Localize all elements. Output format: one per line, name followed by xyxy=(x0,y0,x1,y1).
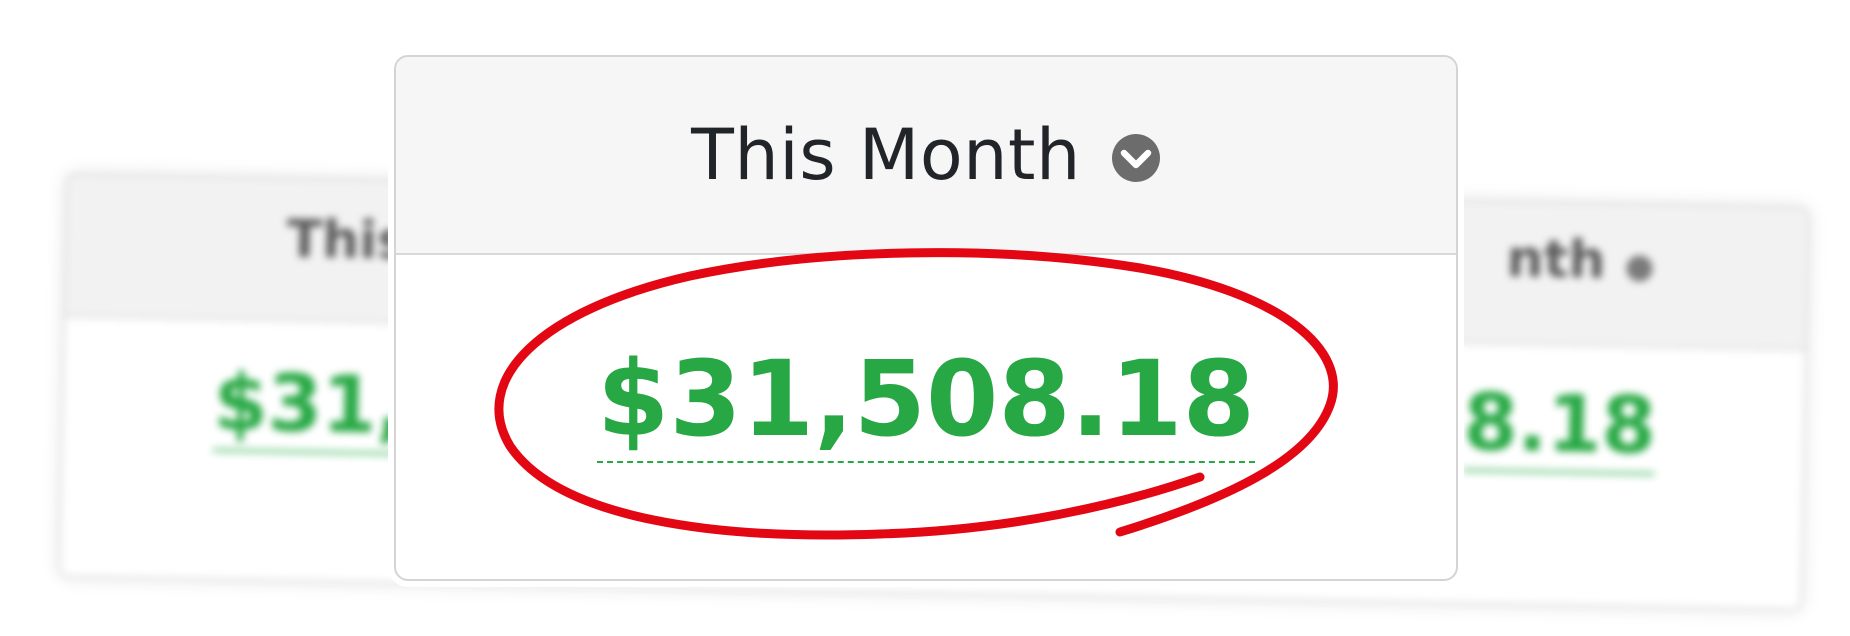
background-left-title: This xyxy=(286,209,409,272)
period-label: This Month xyxy=(691,114,1081,196)
amount-value[interactable]: $31,508.18 xyxy=(597,347,1255,463)
period-dropdown[interactable]: This Month xyxy=(691,114,1161,196)
chevron-down-circle-icon[interactable] xyxy=(1111,133,1161,183)
card-body: $31,508.18 xyxy=(396,255,1456,579)
screenshot-stage: This nth $31, 8.18 This Month $31,508.18 xyxy=(0,0,1850,636)
revenue-card: This Month $31,508.18 xyxy=(394,55,1458,581)
background-right-amount: 8.18 xyxy=(1462,378,1657,476)
background-right-title: nth xyxy=(1506,228,1607,291)
card-header: This Month xyxy=(396,57,1456,255)
background-left-amount: $31, xyxy=(212,358,407,456)
